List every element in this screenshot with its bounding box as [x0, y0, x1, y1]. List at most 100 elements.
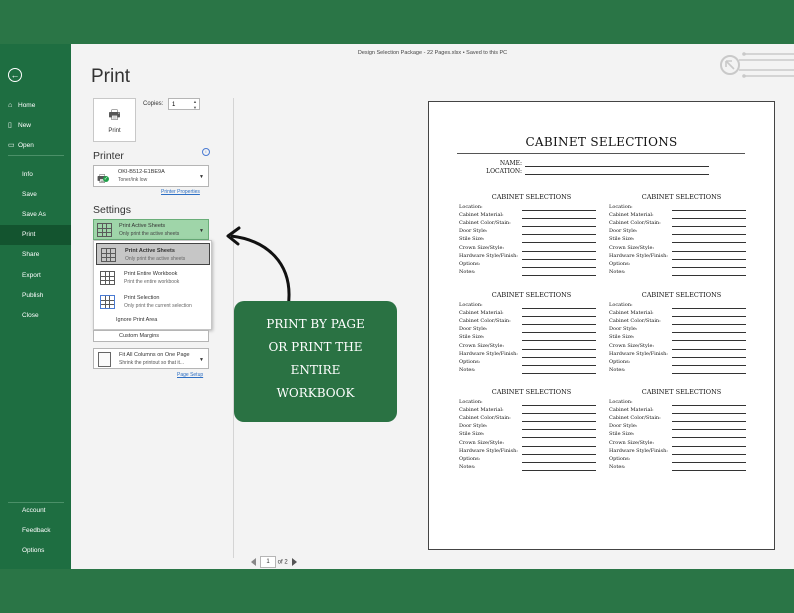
chevron-down-icon: ▼: [199, 174, 204, 180]
field-label: Door Style:: [609, 228, 638, 235]
chevron-down-icon: ▼: [199, 357, 204, 363]
field-line: [522, 218, 596, 220]
field-label: Options:: [609, 455, 631, 462]
option-title: Print Entire Workbook: [124, 271, 178, 277]
printer-properties-link[interactable]: Printer Properties: [161, 189, 200, 195]
ignore-print-area-option[interactable]: Ignore Print Area: [116, 317, 157, 323]
field-line: [522, 437, 596, 439]
nav-item-home[interactable]: ⌂ Home: [0, 96, 71, 116]
option-print-active-sheets[interactable]: Print Active Sheets Only print the activ…: [96, 243, 210, 265]
field-line: [672, 324, 746, 326]
field-row: Stile Size:: [459, 431, 604, 439]
backstage-sidebar: ← ⌂ Home ▯ New ▭ Open Info Save Save As Print Shar…: [0, 44, 71, 569]
nav-item-feedback[interactable]: Feedback: [0, 521, 71, 541]
field-label: Stile Size:: [459, 431, 485, 438]
current-page-input[interactable]: 1: [260, 556, 276, 568]
window-title: Design Selection Package - 22 Pages.xlsx…: [357, 50, 508, 56]
name-line: [525, 166, 709, 167]
field-label: Notes:: [609, 366, 626, 373]
folder-icon: ▭: [8, 142, 15, 149]
nav-item-options[interactable]: Options: [0, 541, 71, 561]
field-line: [672, 421, 746, 423]
field-line: [522, 250, 596, 252]
field-row: Door Style:: [459, 326, 604, 334]
nav-item-account[interactable]: Account: [0, 501, 71, 521]
nav-item-info[interactable]: Info: [0, 165, 71, 185]
nav-item-publish[interactable]: Publish: [0, 286, 71, 306]
field-row: Options:: [459, 359, 604, 367]
field-line: [672, 364, 746, 366]
printer-select[interactable]: 🖶 ✓ OKI-B512-E1BE9A Toner/ink low ▼: [93, 165, 209, 187]
spinner-arrows-icon[interactable]: ▲ ▼: [193, 99, 197, 111]
field-row: Options:: [609, 359, 754, 367]
nav-item-label: Feedback: [22, 527, 51, 534]
sheet-grid-icon: [101, 248, 116, 262]
print-button-label: Print: [108, 128, 121, 134]
field-line: [672, 308, 746, 309]
field-label: Hardware Style/Finish:: [609, 252, 668, 259]
field-row: Notes:: [459, 367, 604, 375]
sheet-grid-icon: [97, 223, 112, 237]
field-label: Door Style:: [459, 423, 488, 430]
nav-item-close[interactable]: Close: [0, 306, 71, 326]
option-print-selection[interactable]: Print Selection Only print the current s…: [96, 291, 210, 313]
page-title: Print: [91, 66, 131, 87]
copies-stepper[interactable]: 1 ▲ ▼: [168, 98, 200, 110]
nav-item-print[interactable]: Print: [0, 225, 71, 245]
back-arrow-icon[interactable]: ←: [8, 68, 22, 82]
field-row: Options:: [609, 456, 754, 464]
page-setup-link[interactable]: Page Setup: [177, 372, 203, 378]
info-icon[interactable]: i: [202, 148, 210, 156]
margins-dropdown[interactable]: Custom Margins: [93, 330, 209, 342]
next-page-icon[interactable]: [291, 558, 297, 566]
field-label: Crown Size/Style:: [609, 342, 655, 349]
scaling-subtitle: Shrink the printout so that it...: [119, 360, 185, 366]
field-label: Options:: [459, 260, 481, 267]
field-line: [522, 308, 596, 309]
print-button[interactable]: 🖶 Print: [93, 98, 136, 142]
nav-item-export[interactable]: Export: [0, 266, 71, 286]
field-label: Door Style:: [459, 326, 488, 333]
nav-item-label: New: [18, 122, 32, 129]
previous-page-icon[interactable]: [251, 558, 256, 566]
ready-check-icon: ✓: [103, 176, 109, 182]
field-label: Hardware Style/Finish:: [609, 350, 668, 357]
nav-item-share[interactable]: Share: [0, 245, 71, 265]
field-line: [672, 258, 746, 260]
fit-columns-icon: [98, 352, 111, 367]
field-row: Hardware Style/Finish:: [609, 448, 754, 456]
printer-name: OKI-B512-E1BE9A: [118, 169, 165, 175]
nav-item-label: Options: [22, 547, 45, 554]
location-label: LOCATION:: [486, 168, 522, 175]
nav-item-save[interactable]: Save: [0, 185, 71, 205]
field-row: Cabinet Material:: [609, 407, 754, 415]
nav-item-open[interactable]: ▭ Open: [0, 136, 71, 156]
print-what-dropdown[interactable]: Print Active Sheets Only print the activ…: [93, 219, 209, 240]
printer-status: Toner/ink low: [118, 177, 148, 183]
field-row: Hardware Style/Finish:: [609, 351, 754, 359]
field-line: [522, 340, 596, 342]
field-row: Location:: [459, 204, 604, 212]
option-title: Print Active Sheets: [125, 248, 175, 254]
nav-item-label: Info: [22, 171, 33, 178]
field-row: Cabinet Color/Stain:: [609, 220, 754, 228]
field-label: Stile Size:: [459, 236, 485, 243]
option-print-entire-workbook[interactable]: Print Entire Workbook Print the entire w…: [96, 267, 210, 289]
field-row: Cabinet Material:: [459, 310, 604, 318]
nav-item-save-as[interactable]: Save As: [0, 205, 71, 225]
field-line: [672, 453, 746, 455]
field-line: [672, 445, 746, 447]
nav-item-label: Open: [18, 142, 34, 149]
field-line: [522, 210, 596, 211]
field-label: Cabinet Material:: [609, 310, 654, 317]
field-row: Location:: [459, 399, 604, 407]
chevron-down-icon: ▼: [199, 228, 204, 234]
option-title: Print Selection: [124, 295, 160, 301]
cabinet-block-title: CABINET SELECTIONS: [641, 193, 722, 201]
nav-item-new[interactable]: ▯ New: [0, 116, 71, 136]
field-line: [522, 258, 596, 260]
scaling-dropdown[interactable]: Fit All Columns on One Page Shrink the p…: [93, 348, 209, 369]
field-line: [522, 469, 596, 471]
field-label: Location:: [609, 302, 633, 308]
field-label: Cabinet Material:: [609, 407, 654, 414]
